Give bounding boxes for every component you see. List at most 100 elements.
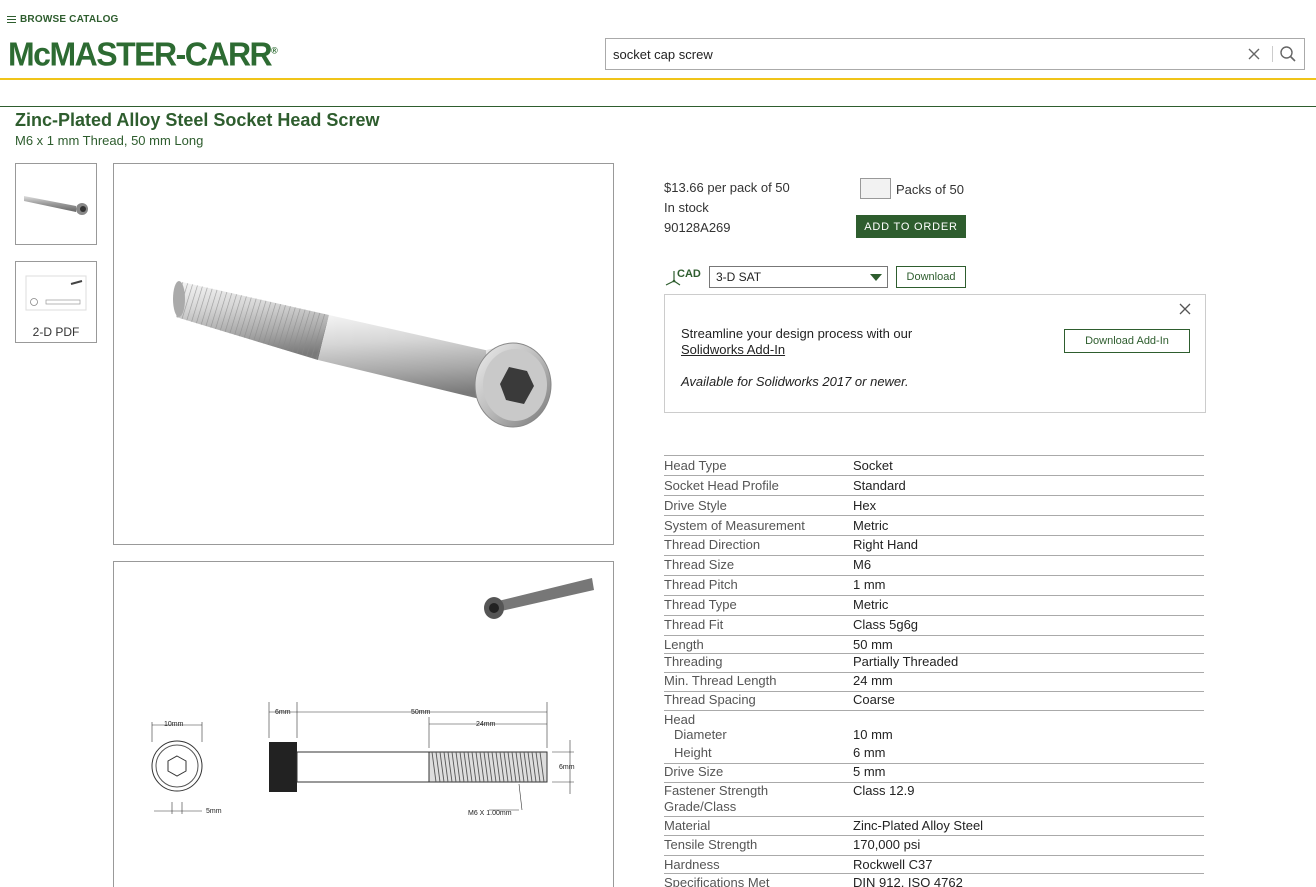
spec-value: 50 mm <box>853 637 893 652</box>
side-view: 6mm 50mm 24mm 6mm M6 X 1.00mm <box>268 702 575 817</box>
search-icon[interactable] <box>1279 45 1297 63</box>
head-diameter-label: 10mm <box>164 721 184 728</box>
spec-row: Fastener Strength Grade/Class Class 12.9 <box>664 782 1204 816</box>
spec-value: Metric <box>853 597 889 612</box>
top-header: BROWSE CATALOG McMASTER-CARR® <box>0 0 1316 80</box>
spec-key: Thread Type <box>664 597 737 612</box>
thread-length-label: 24mm <box>476 721 496 728</box>
search-input[interactable] <box>613 39 1233 69</box>
spec-table: Head Type Socket Socket Head Profile Stand… <box>664 455 1204 887</box>
spec-row: Material Zinc-Plated Alloy Steel <box>664 816 1204 835</box>
spec-value: Class 12.9 <box>853 783 915 798</box>
cad-format-value: 3-D SAT <box>716 270 762 284</box>
spec-key: Thread Fit <box>664 617 724 632</box>
spec-key: Thread Size <box>664 557 735 572</box>
spec-value: M6 <box>853 557 872 572</box>
end-view: 10mm 5mm <box>151 721 222 815</box>
price-block: $13.66 per pack of 50 In stock 90128A269 <box>664 178 790 238</box>
spec-row: Hardness Rockwell C37 <box>664 855 1204 873</box>
spec-row: Length 50 mm <box>664 635 1204 653</box>
spec-key: Socket Head Profile <box>664 478 779 493</box>
cad-label: CAD <box>677 268 701 280</box>
spec-row: Min. Thread Length 24 mm <box>664 672 1204 691</box>
spec-key: System of Measurement <box>664 518 805 533</box>
spec-key: Head <box>664 712 696 727</box>
spec-row: Tensile Strength 170,000 psi <box>664 835 1204 855</box>
solidworks-addin-link[interactable]: Solidworks Add-In <box>681 342 785 357</box>
dimension-drawing-svg: 10mm 5mm 6mm 50mm 24mm 6mm M6 X 1.00mm <box>151 578 594 817</box>
solidworks-addin-panel: Streamline your design process with our … <box>664 294 1206 413</box>
add-to-order-button[interactable]: ADD TO ORDER <box>856 215 966 238</box>
thread-spec-label: M6 X 1.00mm <box>468 810 512 817</box>
screw-thumbnail-icon <box>24 196 88 215</box>
spec-row-group-heading: Head <box>664 710 1204 727</box>
browse-catalog-label: BROWSE CATALOG <box>20 14 119 25</box>
spec-row: Socket Head Profile Standard <box>664 475 1204 495</box>
spec-key: Thread Direction <box>664 537 761 552</box>
addin-description: Streamline your design process with our <box>681 326 913 341</box>
thumbnail-product-image[interactable] <box>15 163 97 245</box>
clear-search-icon[interactable] <box>1246 46 1262 62</box>
search-divider <box>1272 46 1273 62</box>
spec-key: Hardness <box>664 857 720 872</box>
spec-row: Specifications Met DIN 912, ISO 4762 <box>664 873 1204 887</box>
spec-value: 24 mm <box>853 673 893 688</box>
spec-key: Drive Style <box>664 498 727 513</box>
spec-key: Min. Thread Length <box>664 673 777 688</box>
spec-value: Zinc-Plated Alloy Steel <box>853 818 984 833</box>
spec-row: Thread Direction Right Hand <box>664 535 1204 555</box>
dropdown-arrow-icon <box>870 274 882 281</box>
spec-value: 170,000 psi <box>853 837 921 852</box>
logo-registered-mark: ® <box>271 44 278 56</box>
cad-format-select[interactable]: 3-D SAT <box>709 266 888 288</box>
cad-download-button[interactable]: Download <box>896 266 966 288</box>
spec-key: Thread Pitch <box>664 577 738 592</box>
diameter-label: 6mm <box>559 764 575 771</box>
product-dimension-drawing: 10mm 5mm 6mm 50mm 24mm 6mm M6 X 1.00mm <box>113 561 614 887</box>
spec-key: Tensile Strength <box>664 837 758 852</box>
logo-text: McMASTER-CARR <box>8 35 273 73</box>
spec-row: Thread Type Metric <box>664 595 1204 615</box>
spec-value: Metric <box>853 518 889 533</box>
drive-size-label: 5mm <box>206 808 222 815</box>
drawing-thumbnail-icon <box>25 275 87 311</box>
spec-key: Length <box>664 637 704 652</box>
spec-value: 10 mm <box>853 727 893 742</box>
spec-row: Thread Size M6 <box>664 555 1204 575</box>
spec-key: Drive Size <box>664 764 724 779</box>
spec-row: Drive Size 5 mm <box>664 763 1204 782</box>
spec-value: Coarse <box>853 692 895 707</box>
spec-row: Height 6 mm <box>664 745 1204 763</box>
spec-value: Hex <box>853 498 877 513</box>
spec-row: Diameter 10 mm <box>664 727 1204 745</box>
spec-key: Diameter <box>674 727 727 742</box>
screw-render <box>173 281 552 428</box>
close-icon[interactable] <box>1179 303 1191 315</box>
spec-value: Socket <box>853 458 893 473</box>
spec-row: Thread Pitch 1 mm <box>664 575 1204 595</box>
spec-value: Partially Threaded <box>853 654 959 669</box>
spec-row: System of Measurement Metric <box>664 515 1204 535</box>
browse-catalog-button[interactable]: BROWSE CATALOG <box>7 14 119 25</box>
spec-value: DIN 912, ISO 4762 <box>853 875 963 887</box>
length-label: 50mm <box>411 709 431 716</box>
head-height-label: 6mm <box>275 709 291 716</box>
spec-value: 1 mm <box>853 577 886 592</box>
addin-availability: Available for Solidworks 2017 or newer. <box>681 374 909 389</box>
header-rule <box>0 106 1316 107</box>
spec-row: Thread Spacing Coarse <box>664 691 1204 710</box>
pdf-thumbnail-label: 2-D PDF <box>32 325 80 339</box>
small-screw-render <box>484 578 594 619</box>
spec-key: Head Type <box>664 458 727 473</box>
download-addin-button[interactable]: Download Add-In <box>1064 329 1190 353</box>
logo[interactable]: McMASTER-CARR® <box>8 35 278 74</box>
part-number[interactable]: 90128A269 <box>664 218 790 238</box>
product-main-image <box>113 163 614 545</box>
spec-row: Thread Fit Class 5g6g <box>664 615 1204 635</box>
spec-row: Threading Partially Threaded <box>664 653 1204 672</box>
thumbnail-2d-pdf[interactable]: 2-D PDF <box>15 261 97 343</box>
stock-status: In stock <box>664 200 709 215</box>
packs-label: Packs of 50 <box>896 182 964 197</box>
quantity-input[interactable] <box>860 178 891 199</box>
spec-key: Threading <box>664 654 723 669</box>
